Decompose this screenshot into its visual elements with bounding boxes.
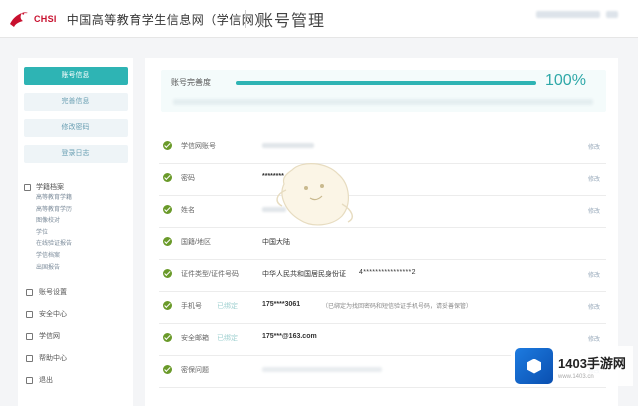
top-bar: CHSI 中国高等教育学生信息网（学信网） 账号管理 xyxy=(0,0,638,38)
page-title: 账号管理 xyxy=(257,13,326,30)
row-value: 175***@163.com xyxy=(262,333,317,340)
row-label: 手机号 xyxy=(181,303,202,310)
sidebar-sub-item[interactable]: 学信档案 xyxy=(24,251,133,263)
row-label: 证件类型/证件号码 xyxy=(181,271,239,278)
sidebar-link-label: 账号设置 xyxy=(39,289,67,297)
sidebar-sub-item[interactable]: 在线验证报告 xyxy=(24,239,133,251)
document-icon xyxy=(26,332,33,340)
progress-bar xyxy=(236,81,536,85)
sidebar-sub-item[interactable]: 图像校对 xyxy=(24,216,133,228)
check-icon xyxy=(163,237,172,246)
edit-link[interactable]: 修改 xyxy=(588,174,600,183)
sidebar-link-security[interactable]: 安全中心 xyxy=(24,304,133,324)
sidebar-link-label: 学信网 xyxy=(39,333,60,341)
progress-fill xyxy=(236,81,536,85)
sidebar-link-logout[interactable]: 退出 xyxy=(24,370,133,390)
sidebar-button-complete-info[interactable]: 完善信息 xyxy=(23,93,128,111)
sidebar-button-account-info[interactable]: 账号信息 xyxy=(23,67,128,85)
sidebar-sub-item[interactable]: 高等教育学籍 xyxy=(24,193,133,205)
logo-text: CHSI xyxy=(34,14,57,24)
help-icon xyxy=(26,354,33,362)
sidebar-group: 学籍档案 高等教育学籍 高等教育学历 图像校对 学位 在线验证报告 学信档案 出… xyxy=(18,181,133,274)
edit-link[interactable]: 修改 xyxy=(588,270,600,279)
sidebar-sub-item[interactable]: 高等教育学历 xyxy=(24,205,133,217)
row-label: 安全邮箱 xyxy=(181,335,209,342)
bound-tag: 已绑定 xyxy=(217,335,238,342)
sidebar: 账号信息 完善信息 修改密码 登录日志 学籍档案 高等教育学籍 高等教育学历 图… xyxy=(18,58,133,406)
site-logo[interactable]: CHSI 中国高等教育学生信息网（学信网） xyxy=(8,9,267,29)
cube-shape xyxy=(527,358,541,374)
cube-logo-icon xyxy=(515,348,553,384)
id-number: 4****************2 xyxy=(359,269,416,276)
row-label: 姓名 xyxy=(181,207,195,214)
sidebar-link-help[interactable]: 帮助中心 xyxy=(24,348,133,368)
check-icon xyxy=(163,173,172,182)
sidebar-button-login-log[interactable]: 登录日志 xyxy=(23,145,128,163)
check-icon xyxy=(163,365,172,374)
row-label: 国籍/地区 xyxy=(181,239,211,246)
progress-percent: 100% xyxy=(545,72,586,89)
header-divider xyxy=(245,10,246,28)
row-value: 175****3061 xyxy=(262,301,301,308)
row-label: 学信网账号 xyxy=(181,143,216,150)
sidebar-group-title[interactable]: 学籍档案 xyxy=(24,181,133,193)
check-icon xyxy=(163,333,172,342)
edit-link[interactable]: 修改 xyxy=(588,206,600,215)
row-value: 中国大陆 xyxy=(262,239,290,246)
watermark-url: www.1403.cn xyxy=(558,373,594,380)
sidebar-button-change-password[interactable]: 修改密码 xyxy=(23,119,128,137)
edit-link[interactable]: 修改 xyxy=(588,142,600,151)
account-completeness: 账号完善度 100% xyxy=(161,70,606,112)
info-row-name: 姓名 修改 xyxy=(159,196,606,228)
edit-link[interactable]: 修改 xyxy=(588,302,600,311)
watermark-title: 1403手游网 xyxy=(558,355,626,371)
row-label: 密码 xyxy=(181,175,195,182)
row-value: 中华人民共和国居民身份证 xyxy=(262,271,346,278)
crane-logo-icon xyxy=(10,12,28,27)
sidebar-link-chsi[interactable]: 学信网 xyxy=(24,326,133,346)
progress-hint-blurred xyxy=(173,99,593,105)
sidebar-group-label: 学籍档案 xyxy=(36,184,64,191)
row-description: （已绑定为找回密码和短信验证手机号码，请妥善保管） xyxy=(322,304,473,310)
bound-tag: 已绑定 xyxy=(217,303,238,310)
user-name-blurred[interactable] xyxy=(536,11,600,18)
check-icon xyxy=(163,269,172,278)
sidebar-sub-item[interactable]: 学位 xyxy=(24,228,133,240)
logout-icon xyxy=(26,376,33,384)
sidebar-links: 账号设置 安全中心 学信网 帮助中心 退出 xyxy=(18,282,133,390)
check-icon xyxy=(163,205,172,214)
sidebar-link-label: 安全中心 xyxy=(39,311,67,319)
site-name: 中国高等教育学生信息网（学信网） xyxy=(66,12,267,27)
info-row-account: 学信网账号 修改 xyxy=(159,132,606,164)
row-value-blurred xyxy=(262,143,314,148)
shield-icon xyxy=(26,310,33,318)
info-row-password: 密码 ******** 修改 xyxy=(159,164,606,196)
mascot-illustration xyxy=(276,163,353,226)
info-row-id: 证件类型/证件号码 中华人民共和国居民身份证 4****************… xyxy=(159,260,606,292)
logout-link-blurred[interactable] xyxy=(606,11,618,18)
progress-label: 账号完善度 xyxy=(171,78,211,87)
check-icon xyxy=(163,301,172,310)
check-icon xyxy=(163,141,172,150)
edit-link[interactable]: 修改 xyxy=(588,334,600,343)
sidebar-link-label: 帮助中心 xyxy=(39,355,67,363)
info-row-region: 国籍/地区 中国大陆 xyxy=(159,228,606,260)
row-value-blurred xyxy=(262,367,382,372)
sidebar-sub-item[interactable]: 出国报告 xyxy=(24,263,133,275)
row-label: 密保问题 xyxy=(181,367,209,374)
user-area xyxy=(536,11,618,18)
sidebar-link-account-settings[interactable]: 账号设置 xyxy=(24,282,133,302)
info-row-phone: 手机号 已绑定 175****3061 （已绑定为找回密码和短信验证手机号码，请… xyxy=(159,292,606,324)
settings-icon xyxy=(26,288,33,296)
sidebar-link-label: 退出 xyxy=(39,377,53,385)
watermark-text: 1403手游网 www.1403.cn xyxy=(558,353,626,380)
folder-icon xyxy=(24,183,31,191)
watermark-badge: 1403手游网 www.1403.cn xyxy=(511,346,633,386)
